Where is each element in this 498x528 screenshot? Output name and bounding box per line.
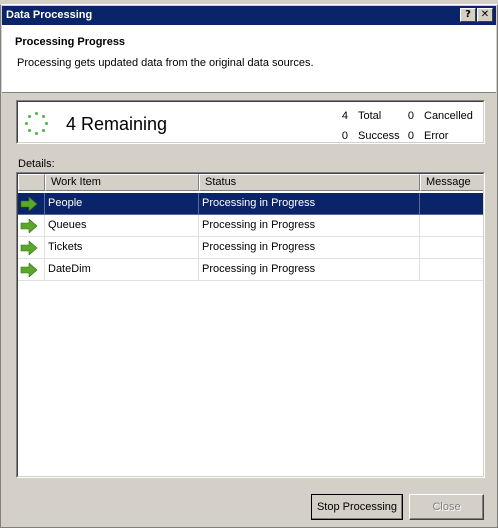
dialog-titlebar[interactable]: Data Processing ? ✕ [2,6,496,25]
list-item[interactable]: Tickets Processing in Progress [18,237,483,259]
message-column-header[interactable]: Message [420,174,483,191]
help-button[interactable]: ? [460,8,476,22]
status-cell: Processing in Progress [199,237,420,259]
close-button[interactable]: Close [409,494,484,520]
status-cell: Processing in Progress [199,193,420,215]
total-value: 4 [341,110,348,122]
message-cell [420,237,483,259]
work-items-list[interactable]: Work Item Status Message People Processi… [16,172,485,478]
status-column-header[interactable]: Status [199,174,420,191]
stop-processing-button[interactable]: Stop Processing [311,494,403,520]
header-panel: Processing Progress Processing gets upda… [2,25,496,93]
header-description: Processing gets updated data from the or… [17,57,314,69]
success-value: 0 [341,130,348,142]
green-arrow-icon [20,219,38,233]
data-processing-dialog: Data Processing ? ✕ Processing Progress … [0,4,498,528]
total-label: Total [358,110,382,122]
status-cell: Processing in Progress [199,215,420,237]
error-value: 0 [407,130,414,142]
header-title: Processing Progress [15,36,126,48]
details-label: Details: [18,158,55,170]
work-item-cell: People [45,193,199,215]
list-item[interactable]: DateDim Processing in Progress [18,259,483,281]
green-arrow-icon [20,197,38,211]
status-cell: Processing in Progress [199,259,420,281]
message-cell [420,193,483,215]
green-arrow-icon [20,263,38,277]
green-arrow-icon [20,241,38,255]
message-cell [420,215,483,237]
work-item-cell: Tickets [45,237,199,259]
work-item-cell: Queues [45,215,199,237]
cancelled-value: 0 [407,110,414,122]
cancelled-label: Cancelled [424,110,473,122]
list-item[interactable]: Queues Processing in Progress [18,215,483,237]
remaining-count: 4 Remaining [66,114,168,134]
success-label: Success [358,130,400,142]
list-header: Work Item Status Message [18,174,483,191]
list-item[interactable]: People Processing in Progress [18,193,483,215]
error-label: Error [424,130,449,142]
dialog-title: Data Processing [6,9,93,21]
progress-summary: 4 Remaining 4 Total 0 Cancelled 0 Succes… [16,100,485,144]
spinner-icon [25,112,48,135]
close-window-button[interactable]: ✕ [477,8,493,22]
work-item-column-header[interactable]: Work Item [45,174,199,191]
work-item-cell: DateDim [45,259,199,281]
message-cell [420,259,483,281]
icon-column-header[interactable] [18,174,45,191]
